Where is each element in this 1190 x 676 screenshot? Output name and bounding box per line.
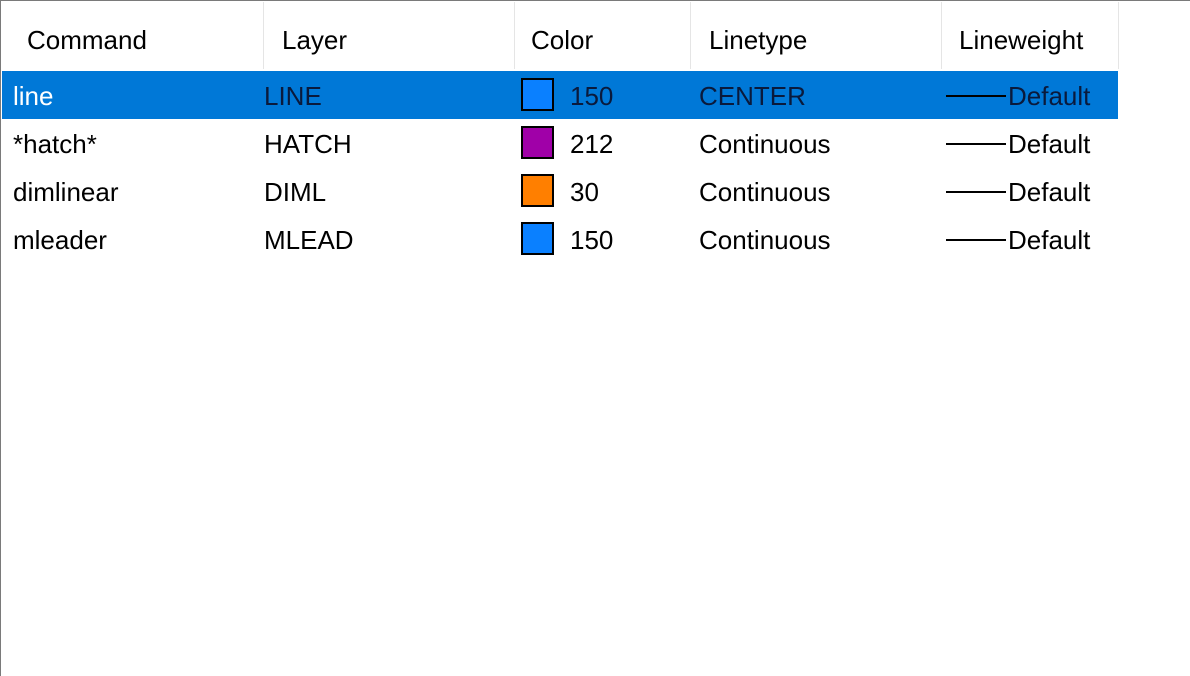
cell-lineweight[interactable]: Default xyxy=(944,119,1114,167)
cell-layer: HATCH xyxy=(264,129,352,159)
cell-layer: MLEAD xyxy=(264,225,354,255)
cell-layer: DIML xyxy=(264,177,327,207)
table-row[interactable]: line LINE 150 CENTER Default xyxy=(2,71,1118,119)
color-number: 150 xyxy=(570,81,614,111)
lineweight-line-icon xyxy=(946,191,1006,193)
cell-linetype[interactable]: Continuous xyxy=(699,119,831,167)
lineweight-line-icon xyxy=(946,143,1006,145)
table-row[interactable]: mleader MLEAD 150 Continuous Default xyxy=(2,215,1118,263)
color-swatch xyxy=(521,126,554,159)
lineweight-text: Default xyxy=(1008,129,1091,159)
cell-command: *hatch* xyxy=(13,129,97,159)
table-row[interactable]: dimlinear DIML 30 Continuous Default xyxy=(2,167,1118,215)
color-number: 212 xyxy=(570,129,614,159)
cell-lineweight[interactable]: Default xyxy=(944,71,1114,119)
cell-linetype[interactable]: Continuous xyxy=(699,215,831,263)
lineweight-line-icon xyxy=(946,95,1006,97)
lineweight-line-icon xyxy=(946,239,1006,241)
color-number: 30 xyxy=(570,177,599,207)
column-header-layer[interactable]: Layer xyxy=(264,2,515,69)
cell-linetype[interactable]: Continuous xyxy=(699,167,831,215)
column-header-color[interactable]: Color xyxy=(515,2,691,69)
column-header-lineweight[interactable]: Lineweight xyxy=(942,2,1119,69)
cell-command: dimlinear xyxy=(13,177,119,207)
color-swatch xyxy=(521,174,554,207)
layer-mapping-list[interactable]: Command Layer Color Linetype Lineweight … xyxy=(0,0,1190,676)
table-row[interactable]: *hatch* HATCH 212 Continuous Default xyxy=(2,119,1118,167)
lineweight-text: Default xyxy=(1008,225,1091,255)
color-swatch xyxy=(521,222,554,255)
column-header-command[interactable]: Command xyxy=(2,2,264,69)
cell-lineweight[interactable]: Default xyxy=(944,215,1114,263)
color-swatch xyxy=(521,78,554,111)
cell-linetype[interactable]: CENTER xyxy=(699,71,806,119)
cell-lineweight[interactable]: Default xyxy=(944,167,1114,215)
color-number: 150 xyxy=(570,225,614,255)
cell-layer: LINE xyxy=(264,81,322,111)
cell-command: line xyxy=(13,81,54,111)
lineweight-text: Default xyxy=(1008,177,1091,207)
lineweight-text: Default xyxy=(1008,81,1091,111)
cell-command: mleader xyxy=(13,225,107,255)
list-header: Command Layer Color Linetype Lineweight xyxy=(2,2,1190,69)
column-header-linetype[interactable]: Linetype xyxy=(691,2,942,69)
